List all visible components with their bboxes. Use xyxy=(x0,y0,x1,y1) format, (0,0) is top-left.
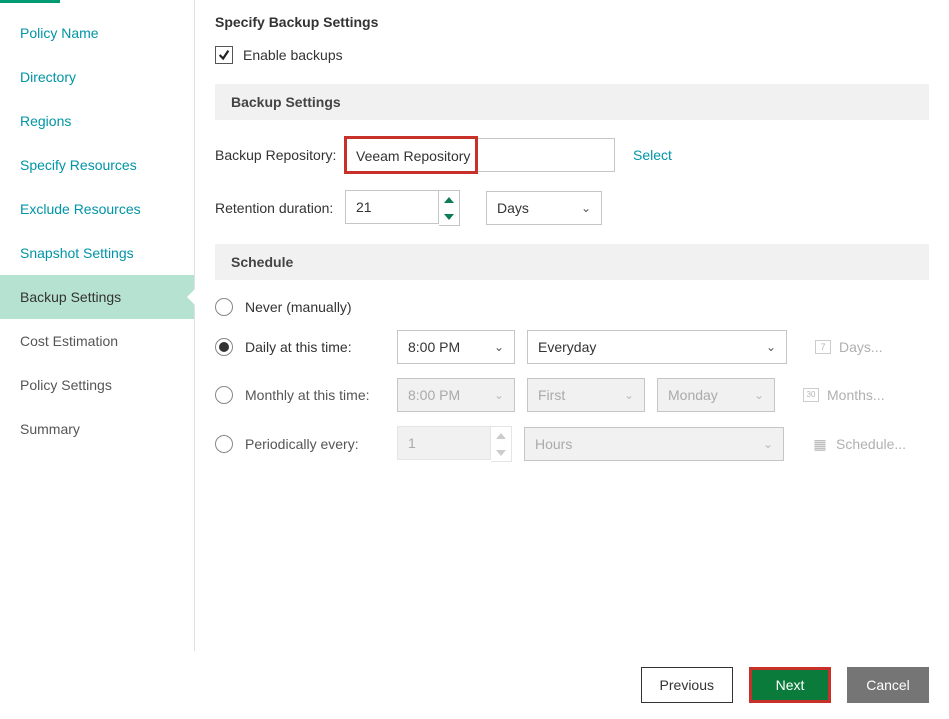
retention-step-down[interactable] xyxy=(439,208,459,225)
chevron-down-icon: ⌄ xyxy=(763,437,773,451)
schedule-never-label: Never (manually) xyxy=(245,299,385,315)
sidebar-item-cost-estimation[interactable]: Cost Estimation xyxy=(0,319,194,363)
schedule-periodic-label: Periodically every: xyxy=(245,436,385,452)
chevron-down-icon: ⌄ xyxy=(754,388,764,402)
monthly-ordinal-value: First xyxy=(538,387,565,403)
next-button[interactable]: Next xyxy=(749,667,831,703)
chevron-down-icon: ⌄ xyxy=(494,340,504,354)
enable-backups-label: Enable backups xyxy=(243,47,343,63)
retention-row: Retention duration: 21 Days ⌄ xyxy=(215,190,929,226)
previous-button[interactable]: Previous xyxy=(641,667,733,703)
chevron-up-icon xyxy=(444,197,454,203)
sidebar-item-regions[interactable]: Regions xyxy=(0,99,194,143)
select-repository-link[interactable]: Select xyxy=(633,147,672,163)
periodic-step-up xyxy=(491,427,511,444)
daily-days-label: Days... xyxy=(839,339,883,355)
chevron-down-icon xyxy=(444,214,454,220)
periodic-value-input: 1 xyxy=(397,426,491,460)
daily-recurrence-value: Everyday xyxy=(538,339,596,355)
calendar-30-icon: 30 xyxy=(803,388,819,402)
monthly-ordinal-dropdown: First ⌄ xyxy=(527,378,645,412)
sidebar-item-snapshot-settings[interactable]: Snapshot Settings xyxy=(0,231,194,275)
daily-days-button[interactable]: 7 Days... xyxy=(815,339,883,355)
chevron-down-icon: ⌄ xyxy=(766,340,776,354)
backup-repository-row: Backup Repository: Veeam Repository Sele… xyxy=(215,138,929,172)
periodic-unit-value: Hours xyxy=(535,436,572,452)
schedule-monthly-row: Monthly at this time: 8:00 PM ⌄ First ⌄ … xyxy=(215,378,929,412)
schedule-daily-row: Daily at this time: 8:00 PM ⌄ Everyday ⌄… xyxy=(215,330,929,364)
backup-repository-field-wrap: Veeam Repository xyxy=(345,138,615,172)
main-panel: Specify Backup Settings Enable backups B… xyxy=(195,0,949,719)
monthly-time-value: 8:00 PM xyxy=(408,387,460,403)
wizard-footer: Previous Next Cancel xyxy=(0,651,949,719)
periodic-spinner-buttons xyxy=(491,426,512,462)
schedule-periodic-radio[interactable] xyxy=(215,435,233,453)
enable-backups-row: Enable backups xyxy=(215,46,929,64)
sidebar-active-accent xyxy=(0,0,60,3)
sidebar-item-summary[interactable]: Summary xyxy=(0,407,194,451)
backup-repository-label: Backup Repository: xyxy=(215,147,345,163)
chevron-up-icon xyxy=(496,433,506,439)
page-title: Specify Backup Settings xyxy=(215,14,929,30)
monthly-months-label: Months... xyxy=(827,387,885,403)
retention-step-up[interactable] xyxy=(439,191,459,208)
schedule-grid-icon: ▦ xyxy=(812,436,828,453)
periodic-schedule-label: Schedule... xyxy=(836,436,906,452)
schedule-daily-label: Daily at this time: xyxy=(245,339,385,355)
retention-spinner-buttons xyxy=(439,190,460,226)
wizard-sidebar: Policy Name Directory Regions Specify Re… xyxy=(0,0,195,719)
schedule-section-header: Schedule xyxy=(215,244,929,280)
sidebar-item-policy-settings[interactable]: Policy Settings xyxy=(0,363,194,407)
chevron-down-icon: ⌄ xyxy=(494,388,504,402)
check-icon xyxy=(217,48,231,62)
cancel-button[interactable]: Cancel xyxy=(847,667,929,703)
retention-label: Retention duration: xyxy=(215,200,345,216)
sidebar-item-exclude-resources[interactable]: Exclude Resources xyxy=(0,187,194,231)
app-root: Policy Name Directory Regions Specify Re… xyxy=(0,0,949,719)
enable-backups-checkbox[interactable] xyxy=(215,46,233,64)
monthly-time-dropdown: 8:00 PM ⌄ xyxy=(397,378,515,412)
daily-recurrence-dropdown[interactable]: Everyday ⌄ xyxy=(527,330,787,364)
sidebar-item-backup-settings[interactable]: Backup Settings xyxy=(0,275,194,319)
daily-time-dropdown[interactable]: 8:00 PM ⌄ xyxy=(397,330,515,364)
sidebar-item-specify-resources[interactable]: Specify Resources xyxy=(0,143,194,187)
backup-settings-section-header: Backup Settings xyxy=(215,84,929,120)
chevron-down-icon: ⌄ xyxy=(581,201,591,215)
periodic-schedule-button[interactable]: ▦ Schedule... xyxy=(812,436,906,453)
schedule-monthly-label: Monthly at this time: xyxy=(245,387,385,403)
monthly-weekday-dropdown: Monday ⌄ xyxy=(657,378,775,412)
retention-value-input[interactable]: 21 xyxy=(345,190,439,224)
periodic-unit-dropdown: Hours ⌄ xyxy=(524,427,784,461)
backup-repository-input[interactable]: Veeam Repository xyxy=(345,138,615,172)
chevron-down-icon: ⌄ xyxy=(624,388,634,402)
schedule-never-radio[interactable] xyxy=(215,298,233,316)
retention-spinner: 21 xyxy=(345,190,460,226)
sidebar-item-directory[interactable]: Directory xyxy=(0,55,194,99)
schedule-daily-radio[interactable] xyxy=(215,338,233,356)
monthly-weekday-value: Monday xyxy=(668,387,718,403)
chevron-down-icon xyxy=(496,450,506,456)
retention-unit-dropdown[interactable]: Days ⌄ xyxy=(486,191,602,225)
periodic-step-down xyxy=(491,444,511,461)
schedule-periodic-row: Periodically every: 1 Hours ⌄ ▦ Schedule… xyxy=(215,426,929,462)
calendar-7-icon: 7 xyxy=(815,340,831,354)
retention-unit-value: Days xyxy=(497,200,529,216)
schedule-never-row: Never (manually) xyxy=(215,298,929,316)
schedule-monthly-radio[interactable] xyxy=(215,386,233,404)
monthly-months-button[interactable]: 30 Months... xyxy=(803,387,885,403)
daily-time-value: 8:00 PM xyxy=(408,339,460,355)
sidebar-item-policy-name[interactable]: Policy Name xyxy=(0,11,194,55)
